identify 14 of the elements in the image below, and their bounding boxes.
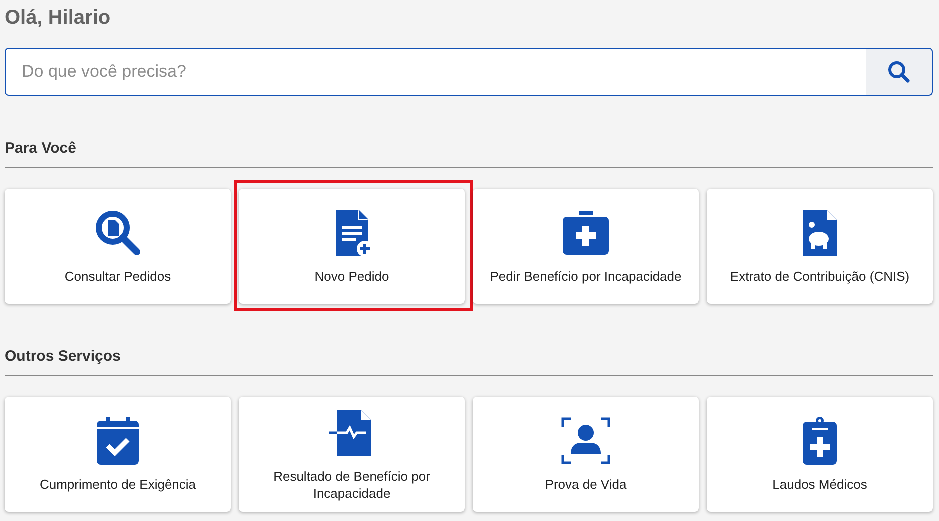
search-document-icon xyxy=(93,208,143,258)
section-title: Para Você xyxy=(5,140,933,168)
service-card[interactable]: Pedir Benefício por Incapacidade xyxy=(473,189,699,304)
service-card[interactable]: Cumprimento de Exigência xyxy=(5,397,231,512)
service-card[interactable]: Novo Pedido xyxy=(239,189,465,304)
service-card[interactable]: Extrato de Contribuição (CNIS) xyxy=(707,189,933,304)
medical-kit-icon xyxy=(561,208,611,258)
service-card[interactable]: Laudos Médicos xyxy=(707,397,933,512)
service-card[interactable]: Resultado de Benefício por Incapacidade xyxy=(239,397,465,512)
service-card[interactable]: Consultar Pedidos xyxy=(5,189,231,304)
user-scan-icon xyxy=(561,416,611,466)
greeting: Olá, Hilario xyxy=(5,6,112,31)
section-title: Outros Serviços xyxy=(5,348,933,376)
service-card[interactable]: Prova de Vida xyxy=(473,397,699,512)
